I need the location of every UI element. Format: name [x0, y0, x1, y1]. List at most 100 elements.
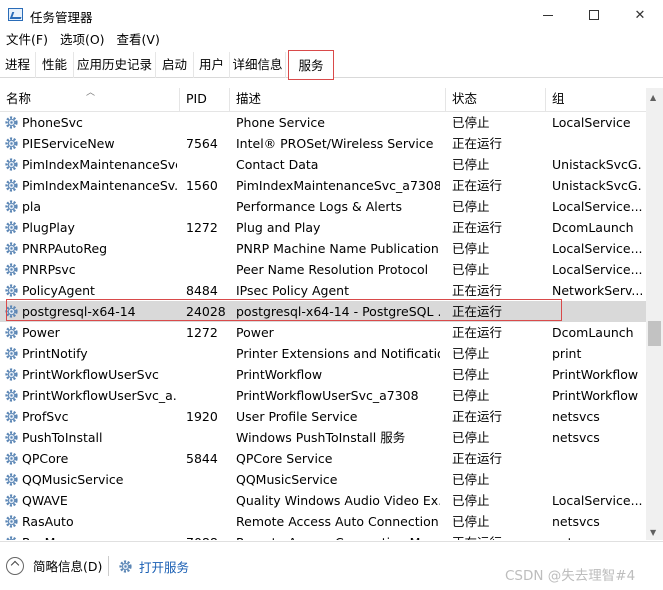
- service-pid: [186, 427, 230, 448]
- tab-startup[interactable]: 启动: [156, 52, 194, 78]
- service-pid: 7088: [186, 532, 230, 540]
- service-group: netsvcs: [552, 409, 600, 424]
- service-name: PushToInstall: [22, 430, 103, 445]
- table-row[interactable]: RasMan 7088 Remote Access Connection Man..…: [0, 532, 646, 540]
- minimize-button[interactable]: [525, 0, 571, 30]
- column-name[interactable]: 名称: [0, 88, 180, 112]
- table-row[interactable]: postgresql-x64-14 24028 postgresql-x64-14 …: [0, 301, 646, 322]
- service-name: PrintWorkflowUserSvc: [22, 367, 159, 382]
- scroll-thumb[interactable]: [648, 321, 661, 346]
- gear-icon: [4, 325, 19, 340]
- title-bar: 任务管理器 ✕: [0, 0, 663, 30]
- table-row[interactable]: PNRPsvc Peer Name Resolution Protocol 已停止 L…: [0, 259, 646, 280]
- close-button[interactable]: ✕: [617, 0, 663, 30]
- service-name: PhoneSvc: [22, 115, 83, 130]
- gear-icon: [4, 157, 19, 172]
- table-row[interactable]: PIEServiceNew 7564 Intel® PROSet/Wireless …: [0, 133, 646, 154]
- service-group: [552, 448, 642, 469]
- service-group: netsvcs: [552, 430, 600, 445]
- table-row[interactable]: QPCore 5844 QPCore Service 正在运行: [0, 448, 646, 469]
- open-services-link[interactable]: 打开服务: [118, 557, 189, 576]
- tab-processes[interactable]: 进程: [0, 52, 36, 78]
- service-name: Power: [22, 325, 60, 340]
- table-row[interactable]: pla Performance Logs & Alerts 已停止 LocalServ…: [0, 196, 646, 217]
- service-description: PimIndexMaintenanceSvc_a7308: [236, 178, 440, 193]
- column-description[interactable]: 描述: [230, 88, 446, 112]
- service-status: 已停止: [452, 157, 490, 172]
- service-status: 已停止: [452, 115, 490, 130]
- tab-performance[interactable]: 性能: [36, 52, 74, 78]
- table-row[interactable]: PolicyAgent 8484 IPsec Policy Agent 正在运行 Net…: [0, 280, 646, 301]
- service-pid: 5844: [186, 451, 218, 466]
- service-group: LocalService: [552, 115, 631, 130]
- fewer-details-button[interactable]: 简略信息(D): [6, 556, 102, 575]
- table-row[interactable]: PNRPAutoReg PNRP Machine Name Publication…: [0, 238, 646, 259]
- service-description: Power: [236, 325, 274, 340]
- service-name: pla: [22, 199, 42, 214]
- table-row[interactable]: PrintNotify Printer Extensions and Notifi…: [0, 343, 646, 364]
- scroll-down-icon[interactable]: ▼: [650, 528, 656, 537]
- table-row[interactable]: PimIndexMaintenanceSv... 1560 PimIndexMain…: [0, 175, 646, 196]
- table-row[interactable]: PrintWorkflowUserSvc_a... PrintWorkflowUs…: [0, 385, 646, 406]
- service-pid: [186, 385, 230, 406]
- service-status: 正在运行: [452, 304, 503, 319]
- open-services-label: 打开服务: [139, 560, 190, 575]
- service-group: UnistackSvcG...: [552, 157, 642, 172]
- vertical-scrollbar[interactable]: ▲ ▼: [646, 88, 663, 540]
- service-pid: [186, 259, 230, 280]
- minimize-icon: [543, 14, 553, 16]
- table-row[interactable]: PushToInstall Windows PushToInstall 服务 已停止…: [0, 427, 646, 448]
- tab-services[interactable]: 服务: [288, 50, 334, 80]
- service-pid: 1272: [186, 220, 218, 235]
- service-description: QPCore Service: [236, 451, 333, 466]
- gear-icon: [4, 388, 19, 403]
- service-description: Plug and Play: [236, 220, 321, 235]
- service-name: postgresql-x64-14: [22, 304, 136, 319]
- service-pid: [186, 490, 230, 511]
- gear-icon: [4, 262, 19, 277]
- service-status: 正在运行: [452, 451, 503, 466]
- table-row[interactable]: Power 1272 Power 正在运行 DcomLaunch: [0, 322, 646, 343]
- menu-view[interactable]: 查看(V): [111, 30, 166, 50]
- table-row[interactable]: PlugPlay 1272 Plug and Play 正在运行 DcomLaunch: [0, 217, 646, 238]
- column-status[interactable]: 状态: [446, 88, 546, 112]
- watermark: CSDN @失去理智#4: [505, 568, 636, 584]
- table-row[interactable]: PhoneSvc Phone Service 已停止 LocalService: [0, 112, 646, 133]
- tab-details[interactable]: 详细信息: [230, 52, 286, 78]
- table-row[interactable]: RasAuto Remote Access Auto Connection ...…: [0, 511, 646, 532]
- chevron-up-circle-icon: [6, 556, 24, 575]
- table-row[interactable]: QQMusicService QQMusicService 已停止: [0, 469, 646, 490]
- gear-icon: [4, 178, 19, 193]
- service-pid: [186, 154, 230, 175]
- scroll-up-icon[interactable]: ▲: [650, 93, 656, 102]
- tab-users[interactable]: 用户: [194, 52, 230, 78]
- service-description: Quality Windows Audio Video Ex...: [236, 493, 440, 508]
- service-description: Phone Service: [236, 115, 325, 130]
- table-row[interactable]: ProfSvc 1920 User Profile Service 正在运行 netsv…: [0, 406, 646, 427]
- service-status: 正在运行: [452, 532, 542, 540]
- service-name: ProfSvc: [22, 409, 69, 424]
- table-row[interactable]: PrintWorkflowUserSvc PrintWorkflow 已停止 Prin…: [0, 364, 646, 385]
- service-name: PNRPsvc: [22, 262, 76, 277]
- gear-icon: [4, 220, 19, 235]
- service-group: [552, 469, 642, 490]
- maximize-button[interactable]: [571, 0, 617, 30]
- service-status: 正在运行: [452, 283, 503, 298]
- service-name: PrintNotify: [22, 346, 88, 361]
- service-description: postgresql-x64-14 - PostgreSQL ...: [236, 304, 440, 319]
- service-description: QQMusicService: [236, 472, 338, 487]
- table-row[interactable]: PimIndexMaintenanceSvc Contact Data 已停止 Uni…: [0, 154, 646, 175]
- menu-file[interactable]: 文件(F): [0, 30, 54, 50]
- column-group[interactable]: 组: [546, 88, 646, 112]
- service-group: LocalService...: [552, 262, 642, 277]
- service-pid: 7564: [186, 136, 218, 151]
- service-description: Remote Access Connection Man...: [236, 532, 440, 540]
- service-pid: [186, 343, 230, 364]
- service-group: PrintWorkflow: [552, 367, 639, 382]
- menu-bar: 文件(F) 选项(O) 查看(V): [0, 30, 166, 50]
- column-pid[interactable]: PID: [180, 88, 230, 112]
- menu-options[interactable]: 选项(O): [54, 30, 111, 50]
- tab-app-history[interactable]: 应用历史记录: [74, 52, 156, 78]
- table-row[interactable]: QWAVE Quality Windows Audio Video Ex... 已停…: [0, 490, 646, 511]
- service-description: Printer Extensions and Notificatio...: [236, 346, 440, 361]
